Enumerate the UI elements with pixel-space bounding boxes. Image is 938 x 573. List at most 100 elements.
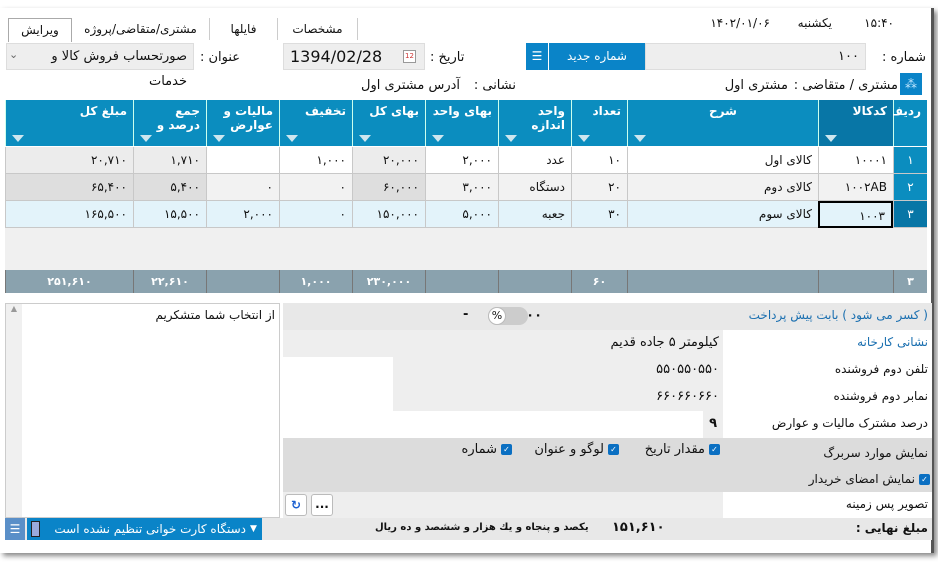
calendar-icon[interactable]: 12 [403, 50, 416, 63]
chevron-down-icon[interactable]: ▼ [250, 518, 257, 540]
cell-unit-price[interactable]: ۳,۰۰۰ [425, 174, 498, 201]
filter-icon[interactable] [12, 135, 24, 142]
cell-row-num[interactable]: ۳ [893, 201, 927, 228]
filter-icon[interactable] [634, 135, 646, 142]
tab-files[interactable]: فایلها [210, 18, 278, 40]
cell-desc[interactable]: کالای اول [627, 147, 818, 174]
phone-value: ۵۵۰۵۵۰۵۵۰ [656, 362, 719, 377]
scrollbar[interactable]: ▲ [6, 304, 22, 517]
cell-qty[interactable]: ۲۰ [571, 174, 627, 201]
filter-icon[interactable] [825, 135, 837, 142]
tab-customer[interactable]: مشتری/متقاضی/پروژه [72, 18, 210, 40]
header-label: کدکالا [852, 104, 887, 118]
cell-sum[interactable]: ۱۵,۵۰۰ [133, 201, 206, 228]
customer-label: مشتری / متقاضی : [793, 78, 898, 93]
cell-tax[interactable] [206, 147, 279, 174]
cell-unit-price[interactable]: ۵,۰۰۰ [425, 201, 498, 228]
filter-icon[interactable] [140, 135, 152, 142]
column-header-code[interactable]: کدکالا [818, 100, 893, 146]
reset-icon[interactable]: ↻ [285, 494, 307, 516]
number-input[interactable]: ۱۰۰ [645, 43, 866, 70]
cell-amount[interactable]: ۲۰,۷۱۰ [5, 147, 133, 174]
checkbox-number-label: شماره [461, 442, 497, 457]
notes-textarea[interactable]: ▲ از انتخاب شما متشکریم [5, 303, 280, 518]
cell-unit[interactable]: جعبه [498, 201, 571, 228]
chevron-down-icon[interactable]: ⌄ [9, 48, 18, 61]
phone-label: تلفن دوم فروشنده [834, 362, 928, 376]
checkbox-signature[interactable]: ✓نمایش امضای خریدار [809, 472, 930, 486]
cell-unit-price[interactable]: ۲,۰۰۰ [425, 147, 498, 174]
column-header-unit-price[interactable]: بهای واحد [425, 100, 498, 146]
column-header-tax[interactable]: مالیات و عوارض [206, 100, 279, 146]
cell-tax[interactable]: ۲,۰۰۰ [206, 201, 279, 228]
fax-row: نمابر دوم فروشنده ۶۶۰۶۶۰۶۶۰ [283, 384, 932, 411]
factory-row: نشانی کارخانه کیلومتر ۵ جاده قدیم [283, 330, 932, 357]
cell-amount[interactable]: ۶۵,۴۰۰ [5, 174, 133, 201]
cell-desc[interactable]: کالای سوم [627, 201, 818, 228]
settings-icon[interactable]: ☰ [5, 518, 25, 540]
cell-sum[interactable]: ۵,۴۰۰ [133, 174, 206, 201]
fax-input[interactable]: ۶۶۰۶۶۰۶۶۰ [393, 384, 723, 411]
column-header-total-price[interactable]: بهای کل [352, 100, 425, 146]
header-label: مالیات و عوارض [223, 104, 273, 132]
cell-code[interactable]: ۱۰۰۰۱ [818, 147, 893, 174]
factory-input[interactable]: کیلومتر ۵ جاده قدیم [283, 330, 723, 357]
cell-desc[interactable]: کالای دوم [627, 174, 818, 201]
filter-icon[interactable] [286, 135, 298, 142]
title-label: عنوان : [200, 50, 241, 65]
cell-total-price[interactable]: ۲۰,۰۰۰ [352, 147, 425, 174]
cell-discount[interactable]: ۰ [279, 174, 352, 201]
column-header-amount[interactable]: مبلغ کل [5, 100, 133, 146]
column-header-desc[interactable]: شرح [627, 100, 818, 146]
filter-icon[interactable] [432, 135, 444, 142]
checkbox-date-label: مقدار تاریخ [644, 442, 705, 457]
cell-sum[interactable]: ۱,۷۱۰ [133, 147, 206, 174]
cell-qty[interactable]: ۳۰ [571, 201, 627, 228]
card-reader-select[interactable]: دستگاه کارت خوانی تنظیم نشده است [27, 518, 262, 540]
filter-icon[interactable] [505, 135, 517, 142]
cell-row-num[interactable]: ۱ [893, 147, 927, 174]
cell-row-num[interactable]: ۲ [893, 174, 927, 201]
column-header-discount[interactable]: تخفیف [279, 100, 352, 146]
filter-icon[interactable] [578, 135, 590, 142]
filter-icon[interactable] [213, 135, 225, 142]
cell-code[interactable]: ۱۰۰۲AB [818, 174, 893, 201]
tax-label: درصد مشترک مالیات و عوارض [771, 416, 928, 430]
cell-unit[interactable]: دستگاه [498, 174, 571, 201]
notes-text: از انتخاب شما متشکریم [155, 308, 275, 322]
title-select[interactable]: صورتحساب فروش کالا و خدمات [6, 43, 194, 89]
settings-icon[interactable]: ☰ [526, 43, 548, 70]
phone-input[interactable]: ۵۵۰۵۵۰۵۵۰ [393, 357, 723, 384]
cell-amount[interactable]: ۱۶۵,۵۰۰ [5, 201, 133, 228]
tab-specs[interactable]: مشخصات [278, 18, 358, 40]
cell-discount[interactable]: ۱,۰۰۰ [279, 147, 352, 174]
cell-code[interactable]: ۱۰۰۳ [818, 201, 893, 228]
filter-icon[interactable] [359, 135, 371, 142]
cell-total-price[interactable]: ۱۵۰,۰۰۰ [352, 201, 425, 228]
cell-discount[interactable]: ۰ [279, 201, 352, 228]
minus-button[interactable]: - [463, 307, 468, 322]
percent-toggle[interactable]: % [488, 307, 528, 325]
checkbox-logo[interactable]: ✓لوگو و عنوان [534, 442, 619, 457]
cell-unit[interactable]: عدد [498, 147, 571, 174]
tab-edit[interactable]: ویرایش [8, 18, 72, 42]
footer-qty: ۶۰ [571, 270, 627, 293]
column-header-qty[interactable]: تعداد [571, 100, 627, 146]
cell-qty[interactable]: ۱۰ [571, 147, 627, 174]
new-number-button[interactable]: شماره جدید [549, 43, 645, 70]
checkbox-date[interactable]: ✓مقدار تاریخ [645, 442, 720, 457]
customer-icon[interactable]: ⁂ [900, 73, 922, 95]
cell-total-price[interactable]: ۶۰,۰۰۰ [352, 174, 425, 201]
checkbox-number[interactable]: ✓شماره [462, 442, 512, 457]
final-label: مبلغ نهایی : [855, 521, 928, 535]
footer-tax [206, 270, 279, 293]
column-header-unit[interactable]: واحد اندازه [498, 100, 571, 146]
tax-input[interactable]: ۹ [703, 411, 723, 438]
percent-label: % [488, 307, 506, 325]
cell-tax[interactable]: ۰ [206, 174, 279, 201]
browse-button[interactable]: ... [311, 494, 333, 516]
column-header-sum[interactable]: جمع درصد و [133, 100, 206, 146]
footer-unit [498, 270, 571, 293]
footer-row-num: ۳ [893, 270, 927, 293]
column-header-row-num[interactable]: ردیف [889, 100, 927, 146]
